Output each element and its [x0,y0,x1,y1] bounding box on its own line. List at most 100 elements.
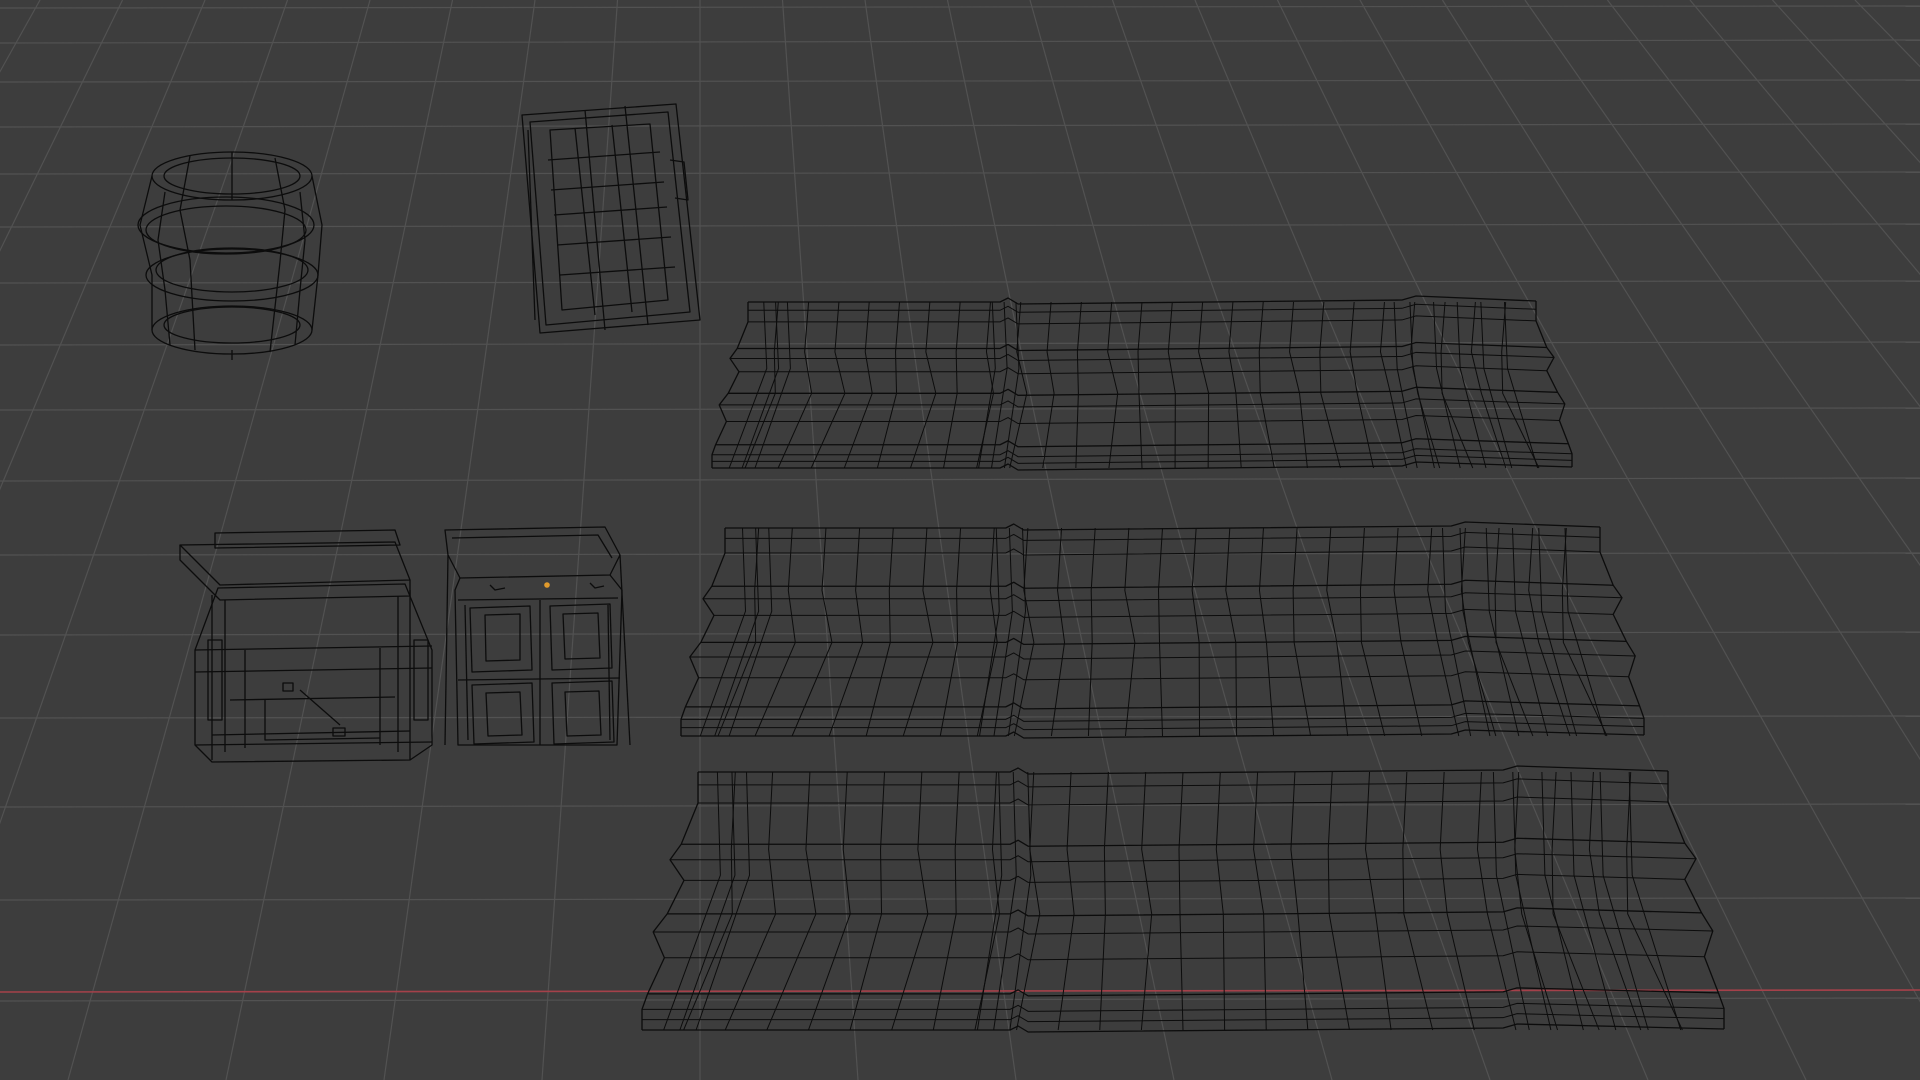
grid-line-width [0,280,1920,284]
strip-wire-edge [1480,301,1513,469]
strip-wire-edge [828,527,864,737]
mesh-edge [139,175,153,330]
strip-wire-edge [777,301,813,469]
strip-wire-edge [1198,301,1210,469]
mesh-edge [547,151,661,161]
strip-wire-edge [1191,527,1201,737]
strip-wire-edge [689,650,1636,660]
strip-wire-edge [728,386,1558,396]
mesh-edge [611,124,633,313]
grid-line-depth [1359,0,1920,1003]
strip-wire-edge [730,351,1555,361]
strip-wire-edge [978,301,996,469]
mesh-edge [179,541,411,586]
chest-selected-mesh[interactable] [444,526,631,746]
strip-wire-edge [979,527,1000,737]
viewport-canvas[interactable] [0,0,1920,1080]
strip-wire-edge [976,301,994,469]
strip-wire-edge [714,527,760,737]
grid-line-depth [1441,0,1920,761]
wall-strips[interactable] [641,295,1725,1033]
mesh-edge [294,191,306,346]
strip-wire-edge [680,528,726,736]
strip-wire-edge [664,951,1705,961]
strip-wire-edge [1042,301,1055,469]
mesh-edge [556,236,672,246]
strip-wire-edge [739,365,1547,375]
grid-line-width [0,631,1920,636]
strip-wire-edge [703,592,1623,602]
mesh-edge [311,175,323,331]
mesh-edge [214,529,401,549]
strip-wire-edge [843,301,873,469]
mesh-edge [553,206,668,216]
strip-wire-edge [748,315,1537,325]
strip-wire-edge [642,1002,1725,1012]
grid-line-depth [1111,0,1491,1080]
strip-wire-edge [711,302,749,468]
strip-wire-edge [698,671,1629,681]
strip-wire-edge [943,301,961,469]
strip-wire-edge [1075,301,1082,469]
strip-wire-edge [1541,771,1584,1031]
strip-wire-edge [1551,771,1600,1031]
strip-wire-edge [714,608,1614,618]
object-origin-point[interactable] [544,582,550,588]
lid-crate-mesh[interactable] [521,103,701,334]
grid-line-depth [541,0,619,1080]
mesh-edge [564,690,602,737]
mesh-edge [413,639,429,721]
mesh-edge [484,613,521,662]
grid-line-depth [0,0,124,252]
grid-line-width [0,341,1920,346]
mesh-edge [194,583,433,763]
mesh-edge [489,584,506,591]
strip-wire-edge [1570,771,1617,1031]
mesh-edge [179,545,411,601]
grid-line-width [0,803,1920,808]
strip-wire-edge [1535,301,1573,467]
grid-line-depth [1689,0,1920,276]
mesh-edge [619,554,631,746]
mesh-edge [469,605,533,673]
strip-wire-edge [754,527,796,737]
mesh-edge [194,667,433,673]
3d-viewport[interactable] [0,0,1920,1080]
grid-line-depth [225,0,454,1080]
grid-line-width [0,123,1920,128]
mesh-edge [269,157,286,353]
strip-wire-edge [667,907,1702,917]
mesh-edge [562,612,601,660]
mesh-edge [607,604,611,741]
strip-wire-edge [1409,301,1435,469]
mesh-edge [550,181,665,191]
grid-line-depth [1524,0,1920,567]
mesh-edge [551,680,615,745]
strip-wire-edge [681,837,1685,847]
strip-wire-edge [1167,301,1176,469]
mesh-edge [454,574,623,746]
mesh-edge [155,247,309,293]
strip-wire-edge [728,301,768,469]
strip-wire-edge [728,527,773,737]
strip-wire-edge [700,635,1627,646]
mesh-edge [669,159,689,201]
mesh-edge [229,696,396,701]
mesh-edge [559,266,676,276]
strip-wire-edge [1124,527,1136,737]
mesh-edge [521,103,701,334]
mesh-edge [457,677,621,681]
grid-line-width [0,79,1920,83]
strip-wire-edge [1326,527,1349,737]
chest-open-mesh[interactable] [179,529,433,763]
grid-line-width [0,5,1920,9]
mesh-edge [529,111,691,326]
grid-line-depth [1276,0,1807,1080]
grid-line-width [0,897,1920,901]
strip-wire-edge [653,925,1713,935]
grid-line-depth [781,0,859,1080]
strip-wire-edge [1359,527,1386,737]
strip-wire-edge [1289,301,1308,469]
strip-wire-edge [1440,301,1474,469]
barrel-mesh[interactable] [137,151,323,360]
